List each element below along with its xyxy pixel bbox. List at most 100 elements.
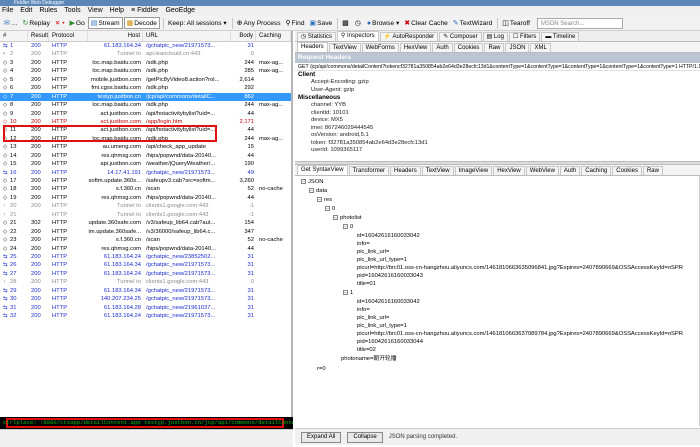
tab-raw[interactable]: Raw <box>484 43 505 52</box>
session-row[interactable]: ⇆ 1 200 HTTP 61.183.164.34/gchatpic_new/2197… <box>0 42 291 50</box>
tree-leaf[interactable]: id=16042616160033042 <box>357 233 420 240</box>
tree-leaf[interactable]: info= <box>357 241 370 248</box>
session-row[interactable]: ◇ 8 200 HTTP loc.map.baidu.com/sdk.php 244 max… <box>0 101 291 109</box>
session-row[interactable]: ↑ 20 200 HTTP Tunnel to clients1.google.com:4… <box>0 202 291 210</box>
session-row[interactable]: ◇ 14 200 HTTP res.qhmsg.com/hips/popwnd/data… <box>0 152 291 160</box>
tab-webview[interactable]: WebView <box>525 166 559 175</box>
tree-node-res[interactable]: – res <box>317 197 332 204</box>
tab-json[interactable]: JSON <box>505 43 530 52</box>
tab-auth[interactable]: Auth <box>432 43 453 52</box>
tree-leaf[interactable]: pid=16042616160033044 <box>357 339 423 346</box>
column-header[interactable]: Caching <box>256 31 291 41</box>
menu-tools[interactable]: Tools <box>64 6 80 16</box>
tree-leaf[interactable]: r=0 <box>317 366 326 373</box>
decode-button[interactable]: ▦ Decode <box>123 17 160 29</box>
session-row[interactable]: ◇ 15 200 HTTP api.justbon.com/weather/jQuery… <box>0 160 291 168</box>
tree-node-0[interactable]: –0 <box>325 206 335 213</box>
session-row[interactable]: ◇ 24 200 HTTP res.qhmsg.com/hips/popwnd/data… <box>0 245 291 253</box>
tree-node-root[interactable]: – JSON <box>301 179 323 186</box>
session-row[interactable]: ◇ 9 200 HTTP act.justbon.com/api/hotactivity… <box>0 110 291 118</box>
session-row[interactable]: ◇ 17 200 HTTP softm.update.360s.../safeupv3.… <box>0 177 291 185</box>
tab-inspectors[interactable]: ⚲ Inspectors <box>336 31 379 41</box>
save-button[interactable]: ▣ Save <box>308 17 335 29</box>
session-row[interactable]: ◇ 3 200 HTTP loc.map.baidu.com/sdk.php 244 max… <box>0 59 291 67</box>
session-row[interactable]: ◇ 21 302 HTTP update.360safe.com/v3/safeup_l… <box>0 219 291 227</box>
tab-resp-hexview[interactable]: HexView <box>493 166 525 175</box>
clear-cache-button[interactable]: ✖ Clear Cache <box>402 17 450 29</box>
tab-headers[interactable]: Headers <box>297 42 328 52</box>
menu-geoedge[interactable]: GeoEdge <box>165 6 195 16</box>
menu-rules[interactable]: Rules <box>39 6 57 16</box>
session-row[interactable]: ⇆ 16 200 HTTP 14.17.41.191/gchatpic_new/2197… <box>0 169 291 177</box>
menu-edit[interactable]: Edit <box>20 6 32 16</box>
timer-button[interactable]: ◷ <box>353 17 364 29</box>
tab-filters[interactable]: ☐ Filters <box>508 32 541 41</box>
tab-statistics[interactable]: ◷ Statistics <box>297 32 336 41</box>
keep-sessions-dropdown[interactable]: Keep: All sessions ▾ <box>166 17 229 29</box>
session-row[interactable]: ◇ 5 200 HTTP mobile.justbon.com/getPic8yVide… <box>0 76 291 84</box>
tab-resp-textview[interactable]: TextView <box>421 166 454 175</box>
replay-button[interactable]: ↻ Replay <box>20 17 51 29</box>
session-row[interactable]: ↑ 21 HTTP Tunnel to clients1.google.com:443 -… <box>0 211 291 219</box>
tab-xml[interactable]: XML <box>530 43 551 52</box>
tree-node-photolist[interactable]: – photolist <box>333 215 362 222</box>
tree-node-item[interactable]: –1 <box>343 290 353 297</box>
column-header[interactable]: Host <box>88 31 143 41</box>
tree-leaf[interactable]: title=01 <box>357 281 376 288</box>
screenshot-button[interactable]: ▩ <box>340 17 352 29</box>
quickexec-bar[interactable]: ctrlplace: :8080/ctsapp/detailContent.ap… <box>0 417 293 429</box>
tab-resp-auth[interactable]: Auth <box>559 166 581 175</box>
column-header[interactable]: Protocol <box>49 31 88 41</box>
session-row[interactable]: ⇆ 27 200 HTTP 61.183.164.24/gchatpic_new/219… <box>0 270 291 278</box>
collapse-button[interactable]: Collapse <box>347 431 383 443</box>
any-process-button[interactable]: ⊕ Any Process <box>235 17 283 29</box>
session-row[interactable]: ⇆ 26 200 HTTP 61.183.164.34/gchatpic_new/219… <box>0 261 291 269</box>
tab-timeline[interactable]: ▬ Timeline <box>541 32 580 41</box>
tree-leaf[interactable]: pic_link_url_type=1 <box>357 323 407 330</box>
tree-leaf[interactable]: pic_link_url= <box>357 315 389 322</box>
tab-webforms[interactable]: WebForms <box>361 43 399 52</box>
tab-composer[interactable]: ✎ Composer <box>439 32 482 41</box>
tab-caching[interactable]: Caching <box>581 166 612 175</box>
tree-node-item[interactable]: –0 <box>343 224 353 231</box>
column-header[interactable]: Result <box>28 31 49 41</box>
expand-all-button[interactable]: Expand All <box>301 431 342 443</box>
tree-leaf[interactable]: photoname=朝开轮播 <box>341 356 397 363</box>
column-header[interactable]: Body <box>231 31 256 41</box>
browse-button[interactable]: ● Browse ▾ <box>365 17 401 29</box>
session-row[interactable]: ⇆ 25 200 HTTP 61.183.164.24/gchatpic_new/238… <box>0 253 291 261</box>
session-row[interactable]: ◇ 18 200 HTTP s.f.360.cn/scan 52 no-cache <box>0 185 291 193</box>
tab-textview[interactable]: TextView <box>328 43 361 52</box>
tab-autoresponder[interactable]: ⚡ AutoResponder <box>379 32 439 41</box>
tab-imageview[interactable]: ImageView <box>454 166 493 175</box>
session-row[interactable]: ↑ 28 200 HTTP Tunnel to clients1.google.com:4… <box>0 278 291 286</box>
session-row[interactable]: ⇆ 30 200 HTTP 140.207.234.25/gchatpic_new/21… <box>0 295 291 303</box>
stream-button[interactable]: ▤ Stream <box>87 17 123 29</box>
remove-button[interactable]: ✕ • <box>53 17 67 29</box>
session-row[interactable]: ▪ 2 200 HTTP Tunnel to api.leanclouid.cn:443 0 <box>0 50 291 58</box>
menu-file[interactable]: File <box>2 6 13 16</box>
session-row[interactable]: ⇆ 32 200 HTTP 61.183.164.24/gchatpic_new/219… <box>0 312 291 320</box>
tab-resp-headers[interactable]: Headers <box>390 166 421 175</box>
find-button[interactable]: ⚲ Find <box>284 17 307 29</box>
comment-button[interactable]: ✉… <box>2 17 19 29</box>
session-row[interactable]: ⇆ 29 200 HTTP 61.183.164.34/gchatpic_new/219… <box>0 287 291 295</box>
session-row[interactable]: ◇ 7 200 HTTP testyp.justbon.cn/jcp/api/commo… <box>0 92 291 102</box>
tab-log[interactable]: ▤ Log <box>482 32 508 41</box>
tearoff-button[interactable]: ◫ Tearoff <box>500 17 532 29</box>
tree-leaf[interactable]: title=02 <box>357 347 376 354</box>
tree-node-data[interactable]: – data <box>309 188 327 195</box>
msdn-search-input[interactable]: MSDN Search... <box>536 17 623 29</box>
menu-fiddler[interactable]: ≡ Fiddler <box>131 6 158 16</box>
tab-cookies[interactable]: Cookies <box>453 43 484 52</box>
session-row[interactable]: ◇ 19 200 HTTP res.qhmsg.com/hips/popwnd/data… <box>0 194 291 202</box>
tab-hexview[interactable]: HexView <box>399 43 432 52</box>
tree-leaf[interactable]: pid=16042616160033043 <box>357 273 423 280</box>
session-row[interactable]: ◇ 13 200 HTTP au.umeng.com/api/check_app_upd… <box>0 143 291 151</box>
column-header[interactable]: URL <box>143 31 231 41</box>
tree-leaf[interactable]: info= <box>357 307 370 314</box>
tree-leaf[interactable]: pic_link_url_type=1 <box>357 257 407 264</box>
tab-syntaxview[interactable]: Get SyntaxView <box>297 165 348 175</box>
menu-view[interactable]: View <box>88 6 103 16</box>
tab-transformer[interactable]: Transformer <box>348 166 390 175</box>
